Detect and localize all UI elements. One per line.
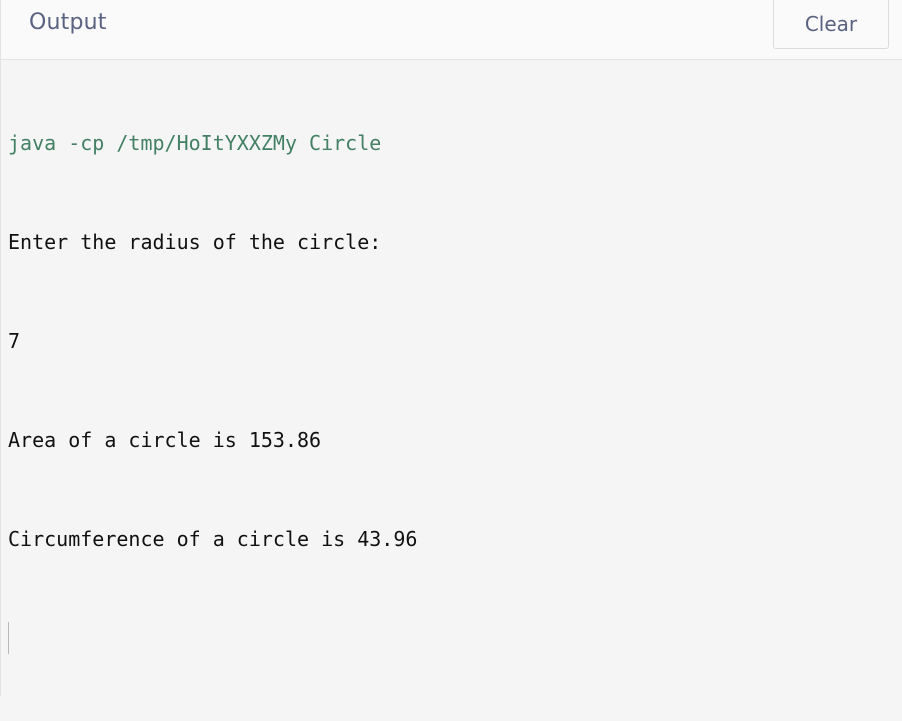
- output-header: Output Clear: [1, 0, 902, 60]
- output-title: Output: [29, 10, 107, 35]
- console-input-line[interactable]: [8, 622, 888, 655]
- console-command-line: java -cp /tmp/HoItYXXZMy Circle: [8, 131, 382, 155]
- clear-button[interactable]: Clear: [773, 0, 889, 49]
- console-output[interactable]: java -cp /tmp/HoItYXXZMy Circle Enter th…: [8, 61, 888, 721]
- console-line: Area of a circle is 153.86: [8, 428, 322, 452]
- text-cursor: [8, 622, 9, 654]
- console-line: Circumference of a circle is 43.96: [8, 527, 418, 551]
- console-line: 7: [8, 329, 21, 353]
- output-panel: Output Clear java -cp /tmp/HoItYXXZMy Ci…: [0, 0, 902, 696]
- console-line: Enter the radius of the circle:: [8, 230, 382, 254]
